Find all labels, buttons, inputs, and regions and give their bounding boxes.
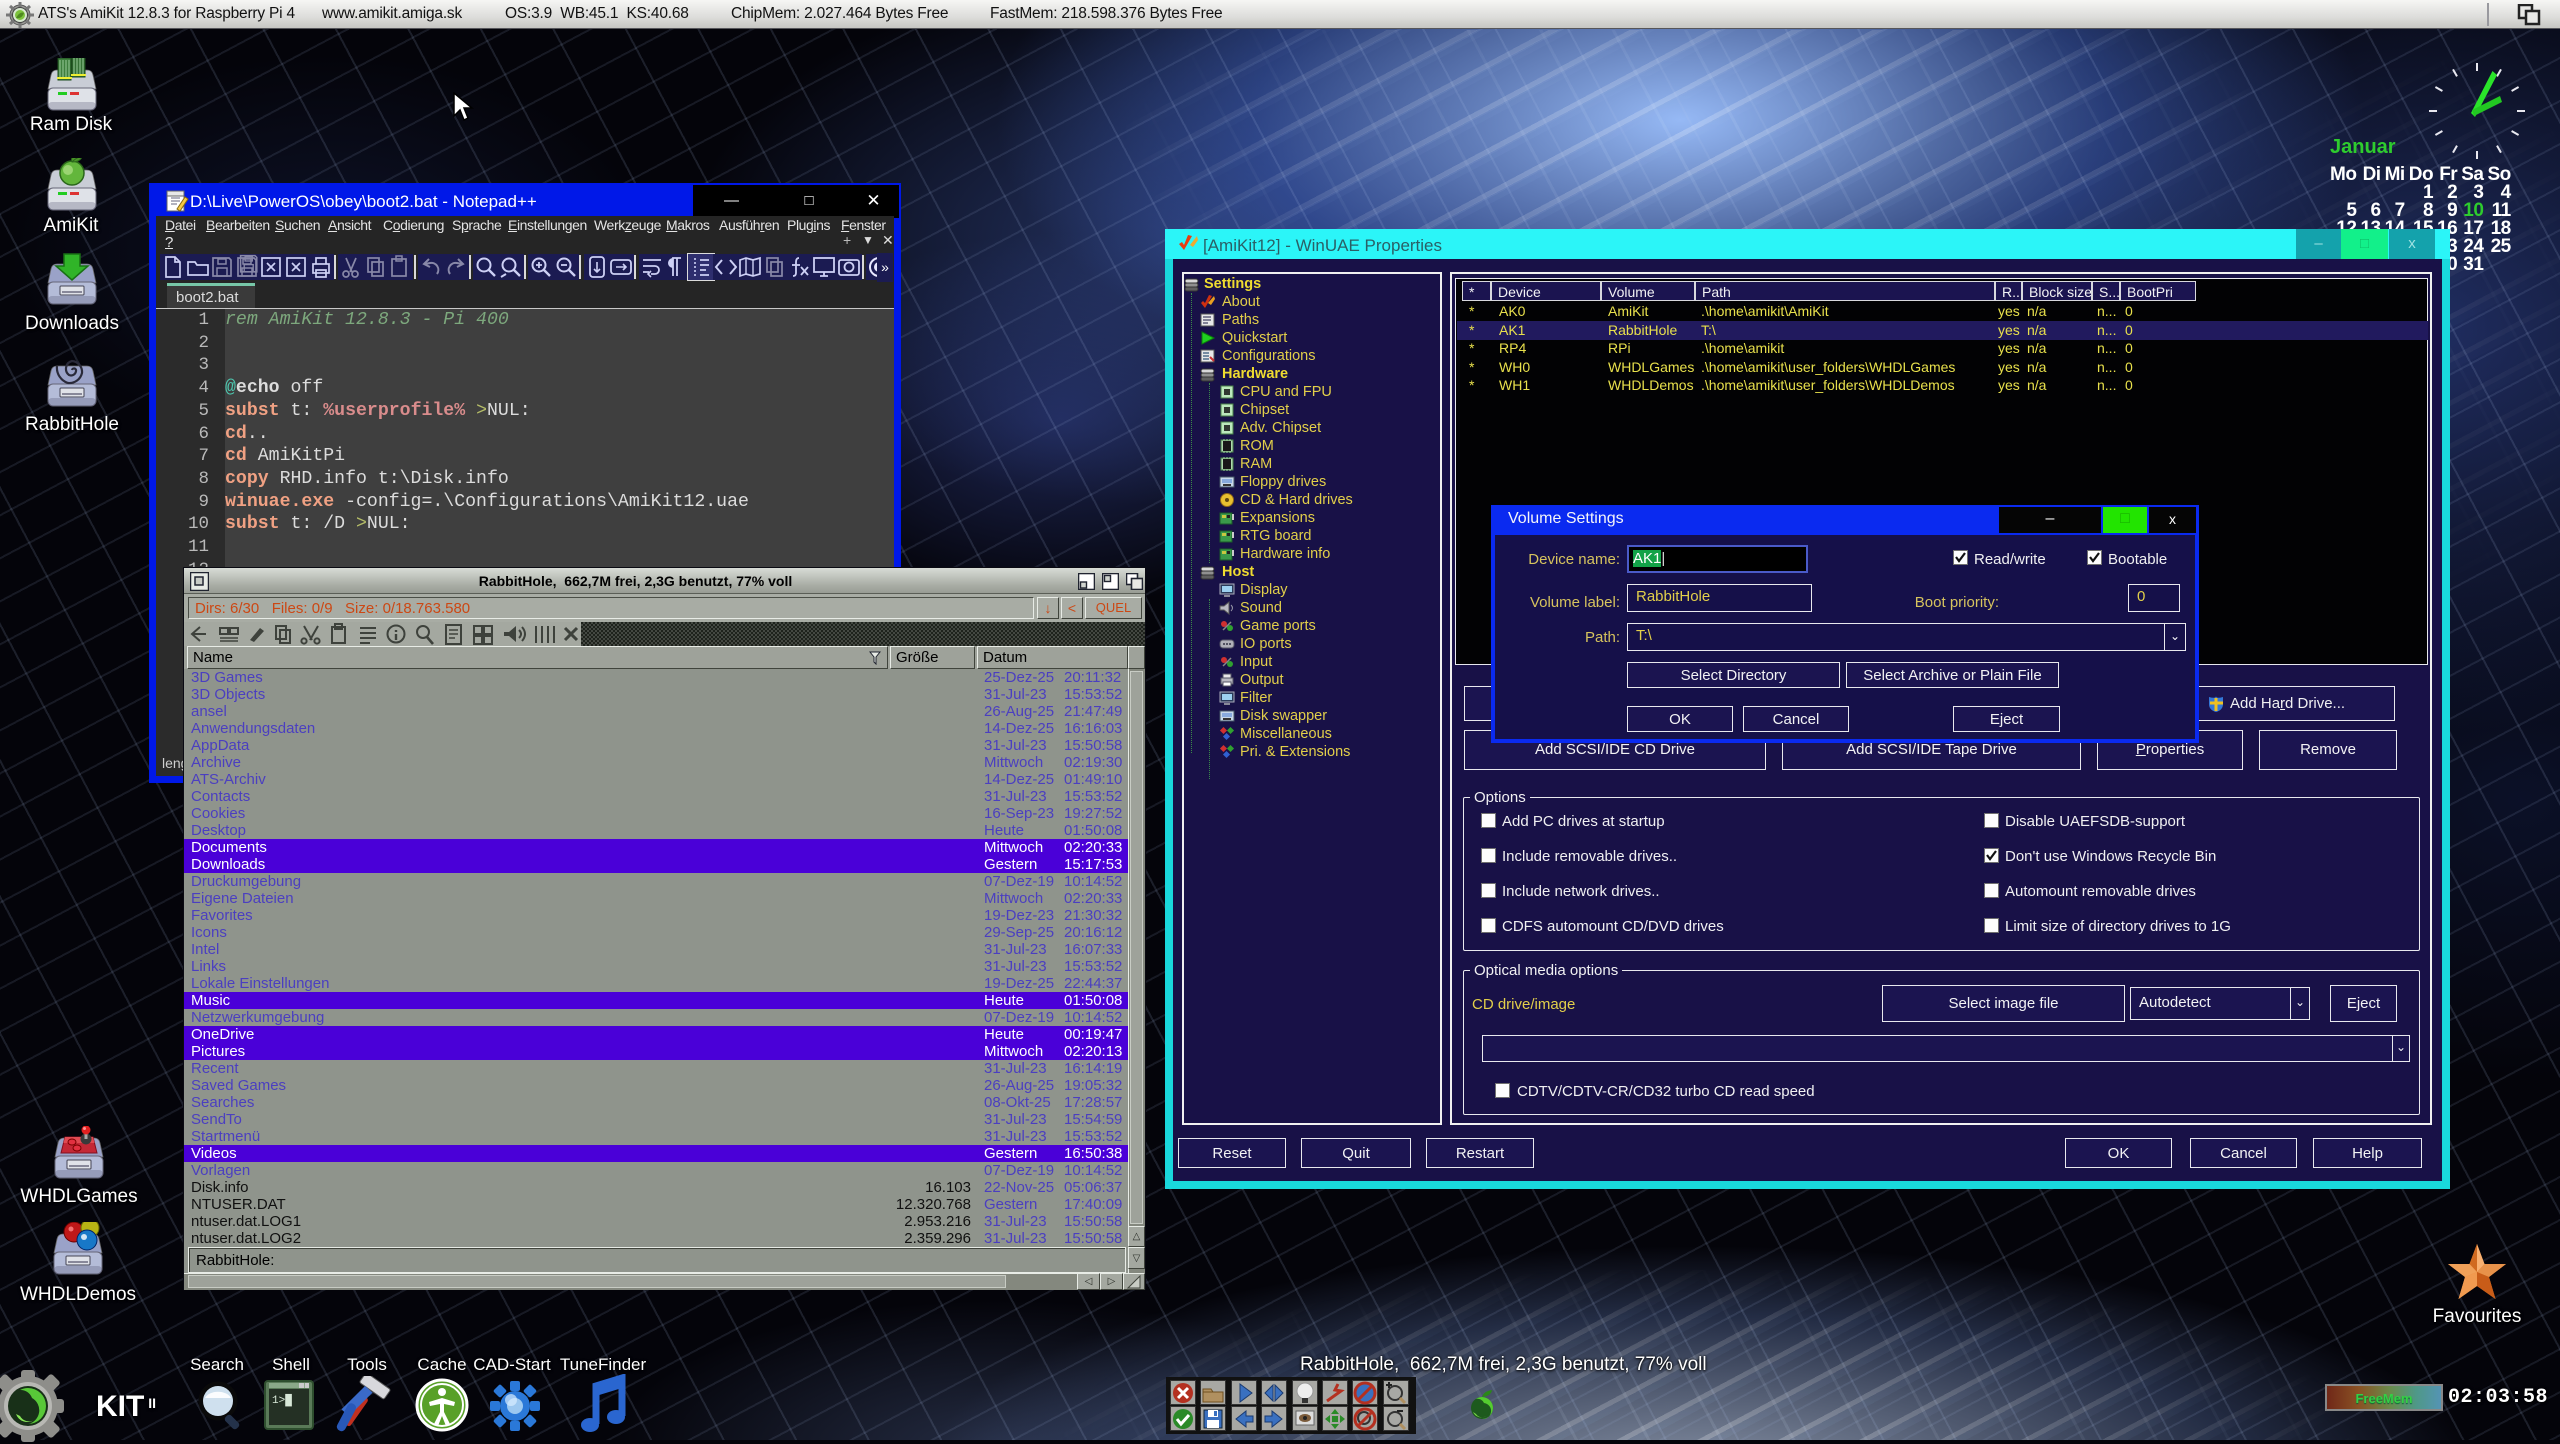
svg-text:1>█: 1>█: [272, 1393, 292, 1407]
